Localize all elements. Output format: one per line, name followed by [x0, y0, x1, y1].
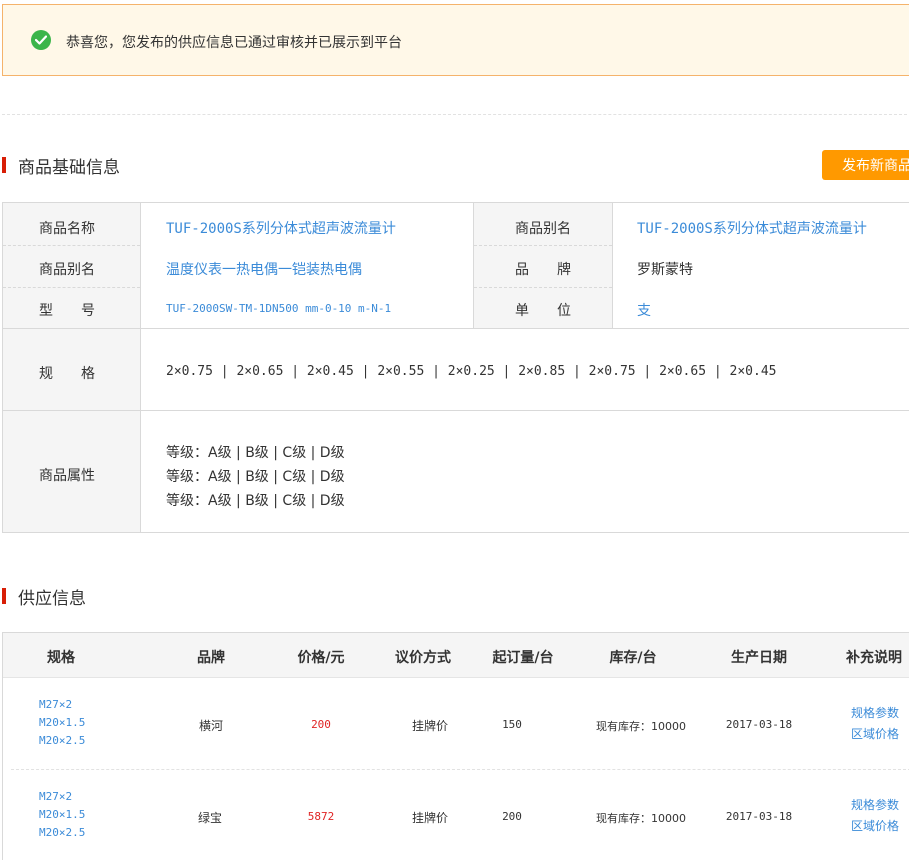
brand-cell: 绿宝: [197, 811, 223, 825]
model-value[interactable]: TUF-2000SW-TM-1DN500 mm-0-10 m-N-1: [166, 302, 391, 315]
moq-cell: 150: [502, 718, 522, 731]
notice-message: 恭喜您，您发布的供应信息已通过审核并已展示到平台: [66, 35, 402, 51]
section-title-supply: 供应信息: [2, 585, 86, 609]
grid-line: [474, 287, 612, 288]
table-row: M27×2 M20×1.5 M20×2.5 横河 200 挂牌价 150 现有库…: [3, 677, 909, 769]
section-title-text: 商品基础信息: [18, 157, 120, 178]
spec-value: 2×0.75 | 2×0.65 | 2×0.45 | 2×0.55 | 2×0.…: [166, 364, 777, 379]
brand-value: 罗斯蒙特: [637, 262, 693, 278]
stock-cell: 现有库存：10000: [596, 812, 686, 825]
spec-item[interactable]: M20×2.5: [39, 824, 85, 842]
table-row: M27×2 M20×1.5 M20×2.5 绿宝 5872 挂牌价 200 现有…: [3, 769, 909, 860]
attribute-line: 等级：A级 | B级 | C级 | D级: [166, 445, 345, 461]
spec-item[interactable]: M20×2.5: [39, 732, 85, 750]
label-column-bg-lower: [3, 328, 140, 532]
pricing-method-cell: 挂牌价: [411, 719, 449, 733]
section-title-base: 商品基础信息: [2, 154, 120, 178]
date-cell: 2017-03-18: [725, 810, 793, 823]
notes-links: 规格参数 区域价格: [851, 795, 899, 837]
price-cell: 200: [311, 718, 331, 731]
grid-line: [473, 203, 474, 328]
brand-cell: 横河: [198, 719, 224, 733]
unit-label: 单 位: [515, 303, 571, 319]
check-circle-icon: [31, 30, 51, 50]
base-info-table: 商品名称 TUF-2000S系列分体式超声波流量计 商品别名 TUF-2000S…: [2, 202, 909, 533]
attribute-line: 等级：A级 | B级 | C级 | D级: [166, 493, 345, 509]
header-pricing-method: 议价方式: [395, 650, 451, 666]
header-spec: 规格: [47, 650, 75, 666]
grid-line: [3, 410, 909, 411]
spec-item[interactable]: M20×1.5: [39, 806, 85, 824]
divider: [2, 114, 909, 115]
moq-cell: 200: [502, 810, 522, 823]
date-cell: 2017-03-18: [725, 718, 793, 731]
spec-item[interactable]: M27×2: [39, 788, 85, 806]
grid-line: [474, 245, 612, 246]
publish-new-product-button[interactable]: 发布新商品: [822, 150, 909, 180]
spec-item[interactable]: M20×1.5: [39, 714, 85, 732]
header-price: 价格/元: [297, 650, 345, 666]
model-label: 型 号: [39, 303, 95, 319]
grid-line: [612, 203, 613, 328]
product-alias-label-left: 商品别名: [39, 262, 95, 278]
pricing-method-cell: 挂牌价: [411, 811, 449, 825]
product-name-value[interactable]: TUF-2000S系列分体式超声波流量计: [166, 218, 396, 238]
attribute-line: 等级：A级 | B级 | C级 | D级: [166, 469, 345, 485]
spec-label: 规 格: [39, 366, 95, 382]
attributes-list: 等级：A级 | B级 | C级 | D级 等级：A级 | B级 | C级 | D…: [166, 441, 345, 513]
spec-list: M27×2 M20×1.5 M20×2.5: [39, 696, 85, 750]
stock-cell: 现有库存：10000: [596, 720, 686, 733]
spec-item[interactable]: M27×2: [39, 696, 85, 714]
supply-table: 规格 品牌 价格/元 议价方式 起订量/台 库存/台 生产日期 补充说明 M27…: [2, 632, 909, 860]
header-stock: 库存/台: [609, 650, 657, 666]
unit-value[interactable]: 支: [637, 300, 651, 320]
brand-label: 品 牌: [515, 262, 571, 278]
regional-price-link[interactable]: 区域价格: [851, 816, 899, 837]
section-title-text: 供应信息: [18, 588, 86, 609]
section-marker: [2, 157, 6, 173]
spec-list: M27×2 M20×1.5 M20×2.5: [39, 788, 85, 842]
header-brand: 品牌: [197, 650, 225, 666]
spec-params-link[interactable]: 规格参数: [851, 703, 899, 724]
supply-table-header: 规格 品牌 价格/元 议价方式 起订量/台 库存/台 生产日期 补充说明: [3, 633, 909, 678]
notes-links: 规格参数 区域价格: [851, 703, 899, 745]
grid-line: [3, 328, 909, 329]
product-alias-value-right[interactable]: TUF-2000S系列分体式超声波流量计: [637, 218, 867, 238]
grid-line: [3, 287, 140, 288]
regional-price-link[interactable]: 区域价格: [851, 724, 899, 745]
attributes-label: 商品属性: [39, 468, 95, 484]
product-alias-label-right: 商品别名: [515, 221, 571, 237]
header-moq: 起订量/台: [492, 650, 554, 666]
grid-line: [3, 245, 140, 246]
header-notes: 补充说明: [846, 650, 902, 666]
grid-line: [140, 203, 141, 532]
header-date: 生产日期: [731, 650, 787, 666]
section-marker: [2, 588, 6, 604]
product-name-label: 商品名称: [39, 221, 95, 237]
product-alias-value-left[interactable]: 温度仪表一热电偶一铠装热电偶: [166, 259, 362, 279]
spec-params-link[interactable]: 规格参数: [851, 795, 899, 816]
success-notice: 恭喜您，您发布的供应信息已通过审核并已展示到平台: [2, 4, 909, 76]
price-cell: 5872: [307, 810, 335, 823]
